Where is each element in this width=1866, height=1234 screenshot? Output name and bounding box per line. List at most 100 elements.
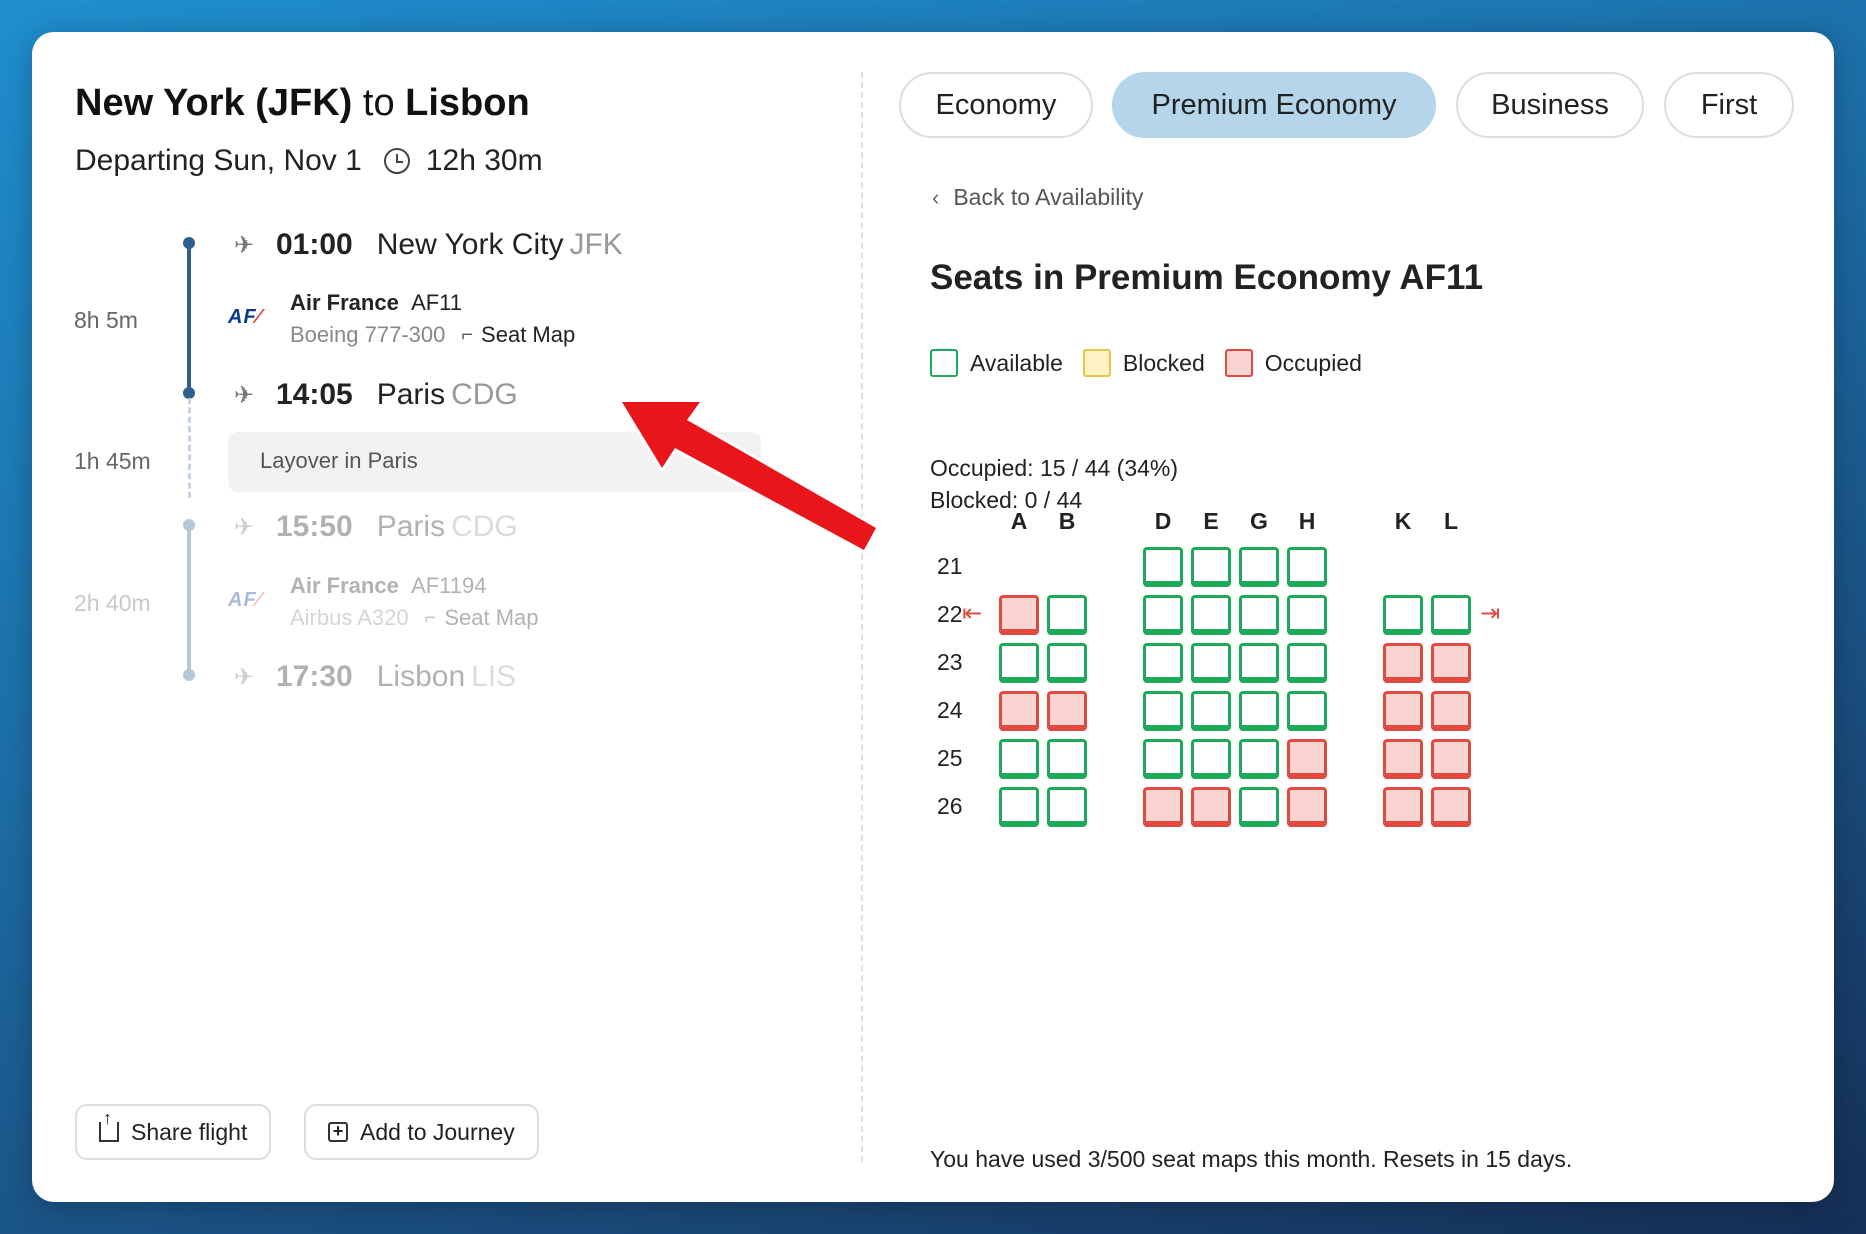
seat-24h[interactable]	[1287, 691, 1327, 731]
seat-23b[interactable]	[1047, 643, 1087, 683]
seat-22d[interactable]	[1143, 595, 1183, 635]
segment-2-airline: Air France AF1194	[290, 573, 487, 598]
seat-24d[interactable]	[1143, 691, 1183, 731]
takeoff-icon: ✈	[233, 231, 255, 259]
seat-25a[interactable]	[999, 739, 1039, 779]
seat-21h[interactable]	[1287, 547, 1327, 587]
back-to-availability-link[interactable]: ‹ Back to Availability	[932, 184, 1143, 211]
seat-22e[interactable]	[1191, 595, 1231, 635]
seat-26g[interactable]	[1239, 787, 1279, 827]
seat-26h[interactable]	[1287, 787, 1327, 827]
seat-23g[interactable]	[1239, 643, 1279, 683]
seat-icon: ⌐	[424, 606, 437, 629]
layover-duration: 1h 45m	[74, 448, 151, 474]
occupied-stat: Occupied: 15 / 44 (34%)	[930, 455, 1179, 481]
seat-22h[interactable]	[1287, 595, 1327, 635]
seat-row-label: 25	[937, 745, 963, 771]
tab-premium-economy[interactable]: Premium Economy	[1112, 72, 1436, 138]
route-subtitle: Departing Sun, Nov 1 12h 30m	[75, 144, 543, 178]
timeline-dot	[183, 669, 195, 681]
plus-icon: +	[328, 1122, 348, 1142]
seat-stats: Occupied: 15 / 44 (34%) Blocked: 0 / 44	[930, 452, 1178, 516]
seat-25d[interactable]	[1143, 739, 1183, 779]
seat-22k[interactable]	[1383, 595, 1423, 635]
chevron-left-icon: ‹	[932, 184, 940, 210]
takeoff-icon: ✈	[233, 513, 255, 541]
departing-date: Departing Sun, Nov 1	[75, 144, 362, 177]
total-duration: 12h 30m	[425, 144, 543, 177]
seat-23l[interactable]	[1431, 643, 1471, 683]
air-france-logo: AF⁄	[228, 306, 262, 328]
seat-26e[interactable]	[1191, 787, 1231, 827]
seat-column-a: A	[1010, 508, 1028, 534]
seat-column-l: L	[1443, 508, 1459, 534]
seat-26l[interactable]	[1431, 787, 1471, 827]
segment-1-airline: Air France AF11	[290, 290, 463, 315]
seat-23e[interactable]	[1191, 643, 1231, 683]
seats-title: Seats in Premium Economy AF11	[930, 258, 1484, 297]
legend-available: Available	[930, 349, 1063, 377]
seat-22b[interactable]	[1047, 595, 1087, 635]
seat-row-label: 23	[937, 649, 963, 675]
share-flight-button[interactable]: Share flight	[75, 1104, 272, 1160]
seat-map-link[interactable]: ⌐ Seat Map	[425, 605, 539, 631]
exit-left-icon: ⇤	[962, 600, 983, 627]
segment-1-departure: ✈ 01:00 New York City JFK	[228, 228, 623, 262]
seat-column-g: G	[1250, 508, 1268, 534]
seat-26a[interactable]	[999, 787, 1039, 827]
segment-1-arrival: ✈ 14:05 Paris CDG	[228, 378, 518, 412]
annotation-arrow	[619, 399, 879, 553]
seat-24l[interactable]	[1431, 691, 1471, 731]
seat-24e[interactable]	[1191, 691, 1231, 731]
seat-25l[interactable]	[1431, 739, 1471, 779]
seat-25k[interactable]	[1383, 739, 1423, 779]
seat-25g[interactable]	[1239, 739, 1279, 779]
air-france-logo: AF⁄	[228, 589, 262, 611]
tab-economy[interactable]: Economy	[899, 72, 1093, 138]
seat-25e[interactable]	[1191, 739, 1231, 779]
usage-note: You have used 3/500 seat maps this month…	[930, 1146, 1573, 1172]
add-to-journey-button[interactable]: + Add to Journey	[304, 1104, 539, 1160]
segment-1-aircraft-row: Boeing 777-300 ⌐ Seat Map	[290, 322, 576, 348]
seat-21e[interactable]	[1191, 547, 1231, 587]
seat-24a[interactable]	[999, 691, 1039, 731]
seat-row-label: 22	[937, 601, 963, 627]
seat-map-link[interactable]: ⌐ Seat Map	[461, 322, 575, 348]
seat-24g[interactable]	[1239, 691, 1279, 731]
tab-business[interactable]: Business	[1456, 72, 1644, 138]
seat-column-b: B	[1058, 508, 1076, 534]
segment-1-duration: 8h 5m	[74, 307, 138, 333]
seat-21d[interactable]	[1143, 547, 1183, 587]
route-title: New York (JFK) to Lisbon	[75, 82, 530, 124]
timeline-dot	[183, 237, 195, 249]
timeline-dot	[183, 519, 195, 531]
seat-24k[interactable]	[1383, 691, 1423, 731]
timeline-segment-1	[187, 242, 191, 392]
tab-first[interactable]: First	[1664, 72, 1794, 138]
seat-26b[interactable]	[1047, 787, 1087, 827]
seat-23k[interactable]	[1383, 643, 1423, 683]
seat-icon: ⌐	[461, 323, 474, 346]
clock-icon	[383, 148, 410, 174]
seat-26k[interactable]	[1383, 787, 1423, 827]
seat-column-e: E	[1203, 508, 1219, 534]
seat-row-label: 26	[937, 793, 963, 819]
seat-24b[interactable]	[1047, 691, 1087, 731]
seat-25h[interactable]	[1287, 739, 1327, 779]
panel-divider	[861, 72, 863, 1162]
seat-23a[interactable]	[999, 643, 1039, 683]
legend-occupied: Occupied	[1224, 349, 1362, 377]
seat-23h[interactable]	[1287, 643, 1327, 683]
seat-22a[interactable]	[999, 595, 1039, 635]
seat-23d[interactable]	[1143, 643, 1183, 683]
seat-22g[interactable]	[1239, 595, 1279, 635]
seat-25b[interactable]	[1047, 739, 1087, 779]
timeline-segment-2	[187, 524, 191, 674]
share-icon	[99, 1108, 119, 1142]
exit-right-icon: ⇥	[1480, 600, 1501, 627]
flight-card: New York (JFK) to Lisbon Departing Sun, …	[32, 32, 1834, 1202]
landing-icon: ✈	[233, 381, 255, 409]
seat-22l[interactable]	[1431, 595, 1471, 635]
seat-26d[interactable]	[1143, 787, 1183, 827]
seat-21g[interactable]	[1239, 547, 1279, 587]
